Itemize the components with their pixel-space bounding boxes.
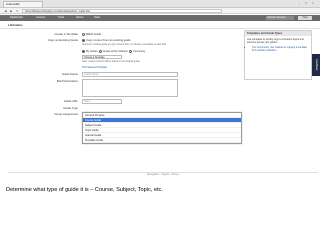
address-bar: ◀ ▶ ↻ https://libraries.libguides.com/li… bbox=[0, 8, 320, 14]
create-template-option[interactable]: Blank Guide bbox=[82, 32, 101, 36]
forward-icon[interactable]: ▶ bbox=[9, 9, 14, 13]
browser-titlebar: Guide Editor – □ × bbox=[0, 0, 320, 8]
screenshot-area: Guide Editor – □ × ◀ ▶ ↻ https://librari… bbox=[0, 0, 320, 180]
radio-icon bbox=[82, 32, 85, 36]
copy-source-radios[interactable]: My Guides Guides at My Institution Commu… bbox=[82, 50, 145, 54]
help-side-panel: Templates and Guide Types Use templates … bbox=[244, 30, 312, 80]
template-select[interactable]: Choose a Template bbox=[82, 55, 122, 59]
browser-tab[interactable]: Guide Editor bbox=[3, 1, 43, 7]
copy-guide-option[interactable]: Copy content from an existing guide bbox=[82, 38, 131, 42]
radio-icon bbox=[82, 50, 85, 53]
create-template-label: Create a Template bbox=[54, 32, 78, 36]
description-field[interactable] bbox=[82, 79, 178, 97]
description-label: Brief Description bbox=[56, 79, 78, 83]
guide-url-field[interactable]: http:// bbox=[82, 99, 122, 104]
help-button[interactable]: Help bbox=[298, 16, 312, 20]
copy-guide-label: Copy an Existing Guide bbox=[47, 38, 78, 42]
side-panel-link[interactable]: The Community: Get creative by copying a… bbox=[252, 46, 309, 52]
maximize-icon[interactable]: □ bbox=[303, 1, 309, 6]
minimize-icon[interactable]: – bbox=[296, 1, 302, 6]
page-header: LibGuides bbox=[0, 21, 320, 29]
reload-icon[interactable]: ↻ bbox=[15, 9, 20, 13]
url-field[interactable]: https://libraries.libguides.com/libguide… bbox=[22, 9, 222, 13]
guide-name-label: Guide Name bbox=[61, 72, 78, 76]
guide-type-label: Guide Type bbox=[63, 106, 78, 110]
copy-note: Note: copied content will be linked to t… bbox=[82, 60, 141, 63]
slide-caption: Determine what type of guide it is – Cou… bbox=[6, 187, 163, 193]
find-template-link[interactable]: Find Selected Template bbox=[82, 66, 107, 69]
guide-name-field[interactable]: Guide Name bbox=[82, 72, 178, 77]
close-icon[interactable]: × bbox=[310, 1, 316, 6]
page-title: LibGuides bbox=[8, 23, 23, 27]
account-menu[interactable]: Librarian Account bbox=[266, 16, 294, 20]
guide-type-dropdown[interactable]: General Purpose Course Guide Subject Gui… bbox=[82, 112, 242, 144]
radio-icon bbox=[82, 38, 85, 42]
back-icon[interactable]: ◀ bbox=[3, 9, 8, 13]
feedback-tab[interactable]: Feedback bbox=[312, 54, 320, 76]
radio-icon bbox=[98, 50, 102, 53]
create-guide-form: Create a Template Blank Guide Copy an Ex… bbox=[8, 32, 242, 172]
guide-type-option[interactable]: Template Guide bbox=[83, 138, 241, 143]
guide-url-label: Guide URL bbox=[63, 99, 78, 103]
group-assignment-label: Group Assignment bbox=[54, 112, 78, 116]
radio-icon bbox=[129, 50, 133, 53]
side-panel-body: Use templates to quickly copy a consiste… bbox=[245, 36, 311, 54]
copy-guide-help: Select an existing guide to copy content… bbox=[82, 43, 167, 46]
page-footer: Springshare · Support · Privacy bbox=[8, 172, 318, 176]
